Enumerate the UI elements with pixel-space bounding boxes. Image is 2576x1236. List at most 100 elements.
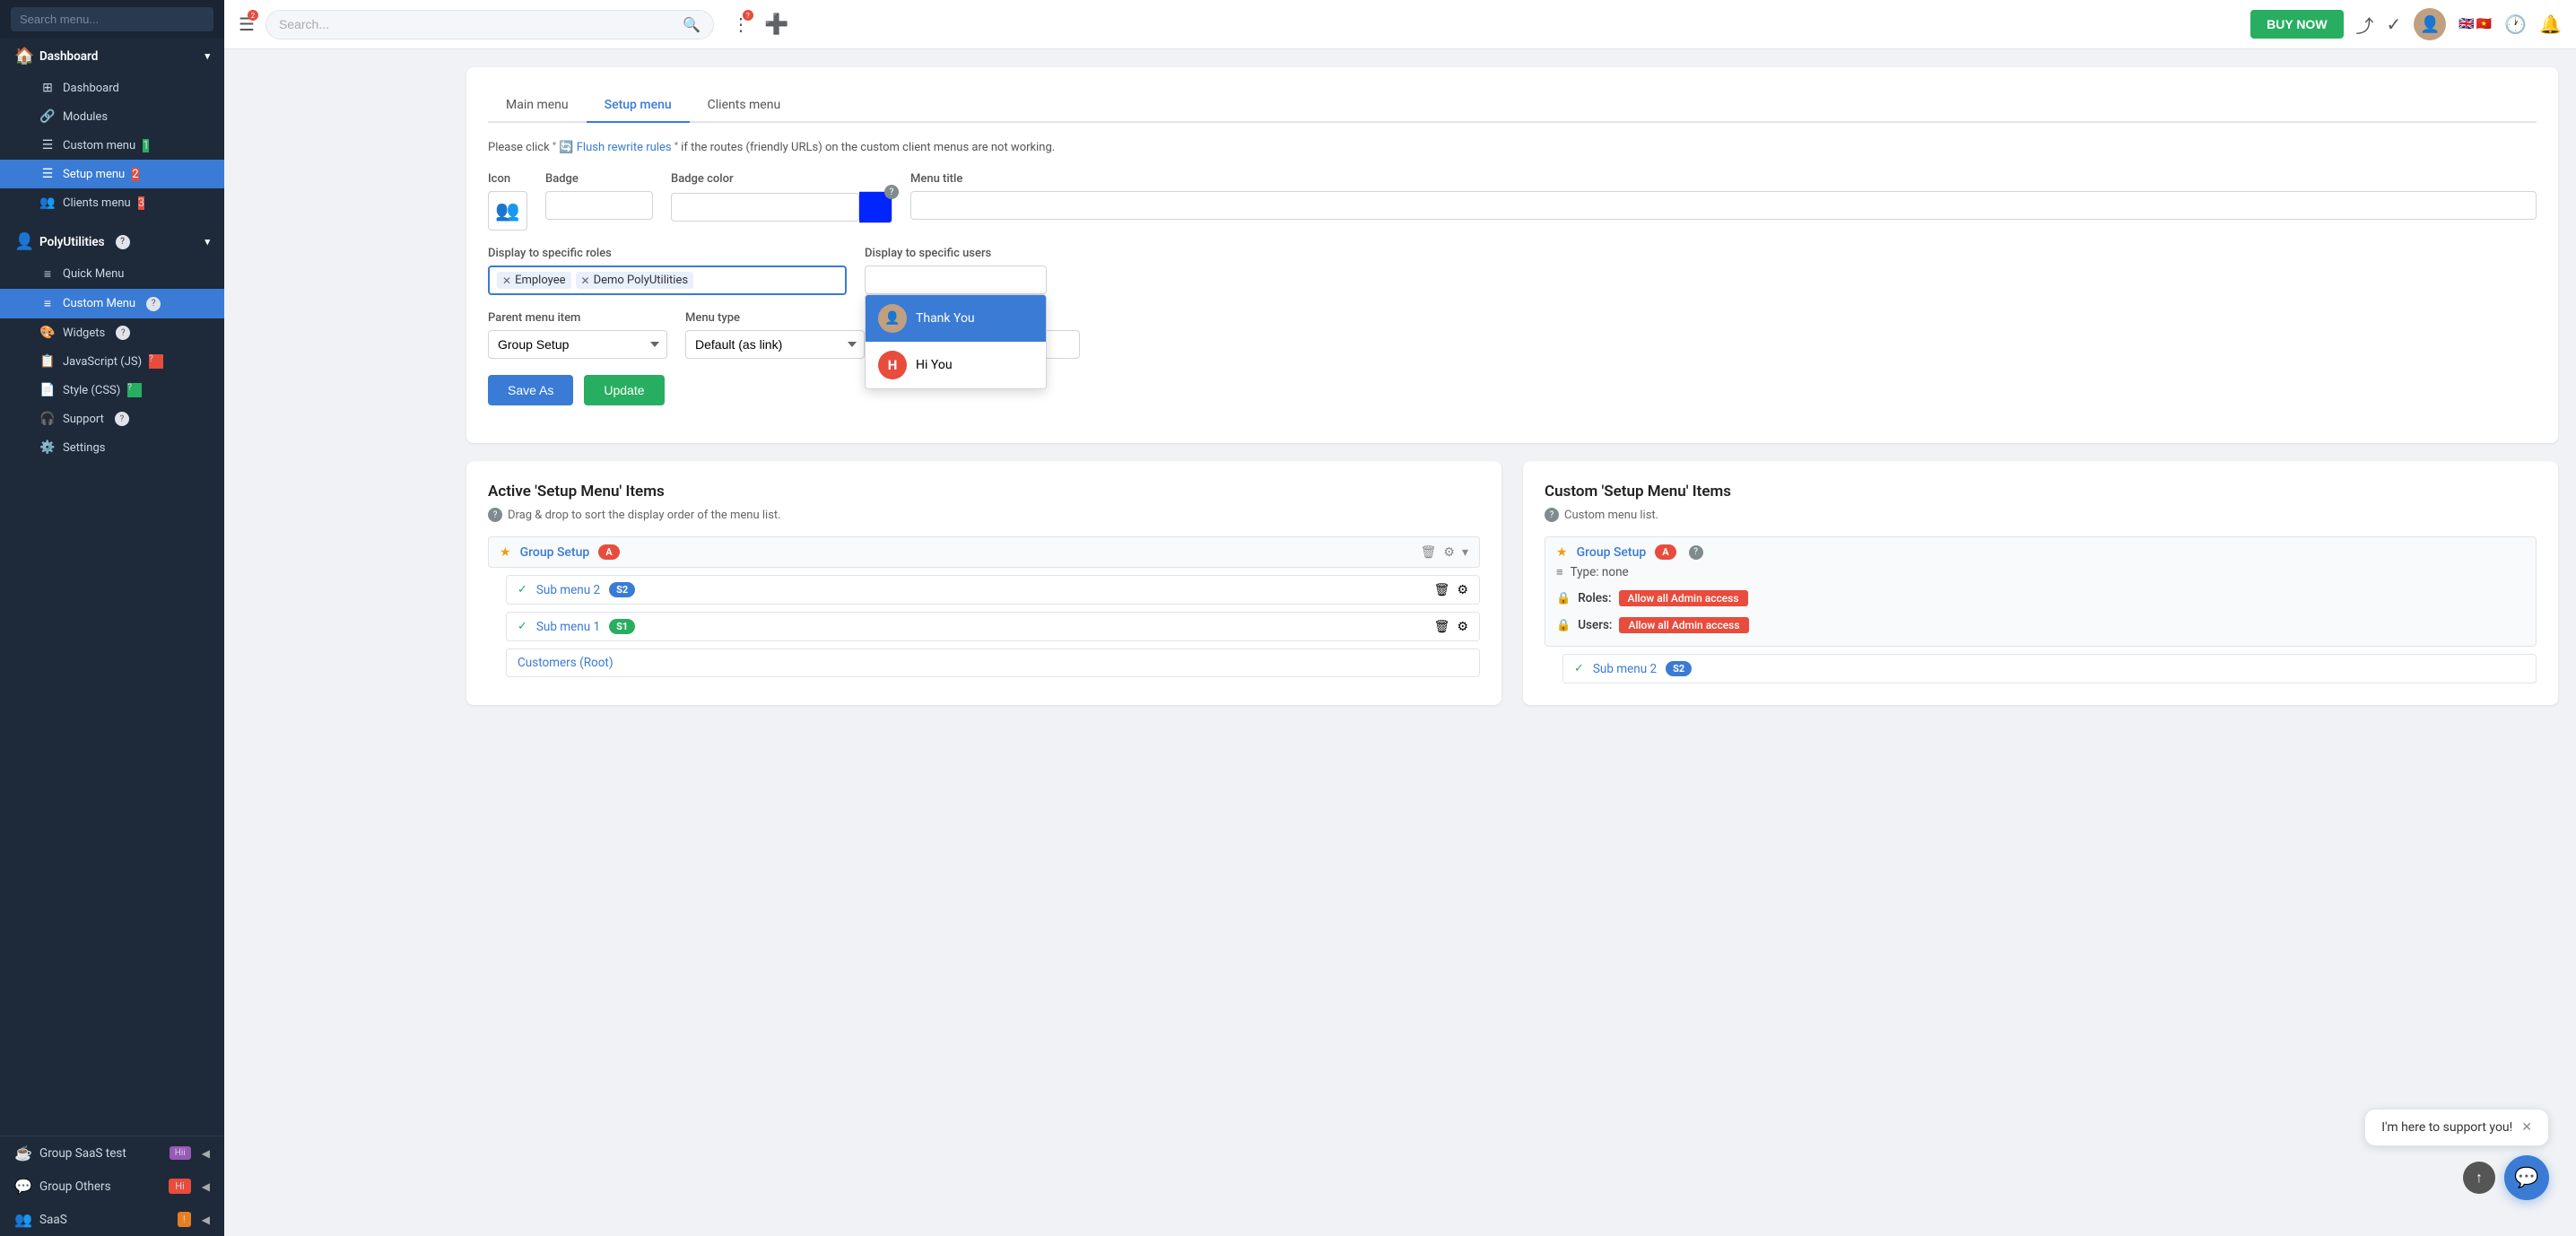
css-label: Style (CSS)	[63, 384, 120, 397]
menu-type-label: Menu type	[685, 311, 865, 325]
support-icon: 🎧	[39, 412, 56, 426]
active-submenu-2-name[interactable]: Sub menu 2	[536, 583, 600, 597]
widgets-label: Widgets	[63, 326, 105, 340]
roles-lock-icon: 🔒	[1556, 592, 1571, 605]
topbar-menu-btn[interactable]: ☰ 2	[239, 13, 255, 35]
sidebar-dashboard-sub-label: Dashboard	[63, 82, 119, 95]
menu-tabs: Main menu Setup menu Clients menu	[488, 89, 2537, 123]
hi-you-avatar: H	[878, 351, 907, 379]
buy-now-button[interactable]: BUY NOW	[2250, 10, 2343, 39]
custom-submenu-2: ✓ Sub menu 2 S2	[1562, 654, 2537, 683]
sidebar-item-polyutilities[interactable]: 👤 PolyUtilities ? ▾	[0, 224, 224, 259]
sidebar-item-javascript[interactable]: 📋 JavaScript (JS) ?	[0, 347, 224, 376]
type-list-icon: ≡	[1556, 565, 1563, 579]
group-others-label: Group Others	[39, 1179, 161, 1194]
icon-preview[interactable]: 👥	[488, 191, 527, 231]
custom-subtitle-text: Custom menu list.	[1564, 509, 1658, 522]
remove-employee-icon[interactable]: ✕	[502, 274, 511, 287]
topbar-search-input[interactable]	[279, 17, 675, 31]
sidebar-bottom: ☕ Group SaaS test Hii ◀ 💬 Group Others H…	[0, 1136, 224, 1236]
badge-input[interactable]: C	[545, 191, 653, 220]
sidebar-item-dashboard-group[interactable]: 🏠 Dashboard ▾	[0, 39, 224, 74]
menu-title-input[interactable]: Customers	[910, 191, 2537, 220]
sidebar-item-setup-menu[interactable]: ☰ Setup menu 2	[0, 160, 224, 188]
active-customers-name[interactable]: Customers (Root)	[518, 656, 614, 670]
sidebar-item-quick-menu[interactable]: ≡ Quick Menu	[0, 259, 224, 289]
two-col-section: Active 'Setup Menu' Items ? Drag & drop …	[466, 461, 2558, 723]
icon-label: Icon	[488, 172, 527, 186]
active-group-setup: ★ Group Setup A 🗑 ⚙ ▾	[488, 536, 1480, 568]
sidebar-item-group-saas[interactable]: ☕ Group SaaS test Hii ◀	[0, 1136, 224, 1170]
custom-menu-badge: 1	[143, 139, 149, 152]
sidebar-item-saas[interactable]: 👥 SaaS ! ◀	[0, 1203, 224, 1236]
sidebar-item-custom-menu[interactable]: ☰ Custom menu 1	[0, 131, 224, 160]
users-search-input[interactable]: you	[865, 265, 1047, 294]
active-items-title: Active 'Setup Menu' Items	[488, 483, 1480, 500]
custom-group-setup-name[interactable]: Group Setup	[1577, 545, 1647, 560]
active-group-setup-name[interactable]: Group Setup	[520, 545, 590, 560]
active-submenu-1-name[interactable]: Sub menu 1	[536, 620, 600, 634]
roles-key: Roles:	[1578, 591, 1611, 605]
trash-icon[interactable]: 🗑	[1421, 545, 1437, 560]
sidebar-item-custom-menu-poly[interactable]: ≡ Custom Menu ?	[0, 289, 224, 318]
trash-s2-icon[interactable]: 🗑	[1434, 583, 1450, 597]
share-icon[interactable]: ⤴	[2356, 12, 2374, 38]
css-icon: 📄	[39, 383, 56, 397]
flag-vn: 🇻🇳	[2476, 17, 2492, 31]
update-button[interactable]: Update	[584, 375, 664, 405]
chat-open-button[interactable]: 💬	[2504, 1155, 2549, 1200]
sidebar-item-support[interactable]: 🎧 Support ?	[0, 405, 224, 433]
sidebar-item-clients-menu[interactable]: 👥 Clients menu 3	[0, 188, 224, 217]
badge-color-input[interactable]: #0025ff	[671, 193, 859, 222]
remove-demo-icon[interactable]: ✕	[581, 274, 590, 287]
check-icon[interactable]: ✓	[2387, 13, 2402, 35]
user-avatar[interactable]: 👤	[2414, 8, 2446, 40]
menu-type-select[interactable]: Default (as link)	[685, 330, 865, 359]
topbar-dots-btn[interactable]: ⋮ ?	[732, 13, 750, 35]
sidebar-item-style-css[interactable]: 📄 Style (CSS) ?	[0, 376, 224, 405]
custom-submenu-2-name[interactable]: Sub menu 2	[1593, 662, 1657, 676]
active-items-subtitle: ? Drag & drop to sort the display order …	[488, 508, 1480, 522]
dropdown-item-hi-you[interactable]: H Hi You	[866, 342, 1046, 388]
custom-group-q-icon[interactable]: ?	[1689, 545, 1703, 560]
tab-main-menu[interactable]: Main menu	[488, 89, 587, 123]
role-employee-label: Employee	[515, 274, 565, 287]
roles-tags-input[interactable]: ✕ Employee ✕ Demo PolyUtilities	[488, 265, 847, 295]
save-as-button[interactable]: Save As	[488, 375, 573, 405]
tab-clients-menu[interactable]: Clients menu	[690, 89, 799, 123]
home-icon: 🏠	[14, 47, 32, 65]
custom-help-icon[interactable]: ?	[1545, 508, 1559, 522]
chevron-down-icon[interactable]: ▾	[1462, 545, 1468, 560]
saas-icon: ☕	[14, 1145, 32, 1162]
gear-s2-icon[interactable]: ⚙	[1457, 583, 1468, 597]
add-button[interactable]: ➕	[764, 13, 788, 36]
sidebar-item-widgets[interactable]: 🎨 Widgets ?	[0, 318, 224, 347]
sidebar-item-group-others[interactable]: 💬 Group Others Hi ◀	[0, 1170, 224, 1203]
chat-close-icon[interactable]: ✕	[2521, 1120, 2532, 1135]
display-roles-label: Display to specific roles	[488, 247, 847, 260]
color-swatch[interactable]: ?	[859, 191, 892, 223]
sidebar-clientsmenu-label: Clients menu	[63, 196, 131, 210]
trash-s1-icon[interactable]: 🗑	[1434, 620, 1450, 634]
group-saas-label: Group SaaS test	[39, 1146, 162, 1161]
gear-s1-icon[interactable]: ⚙	[1457, 620, 1468, 634]
user-icon: 👤	[14, 232, 32, 251]
sidebar-item-modules[interactable]: 🔗 Modules	[0, 102, 224, 131]
scroll-top-button[interactable]: ↑	[2463, 1162, 2495, 1194]
custom-items-subtitle: ? Custom menu list.	[1545, 508, 2537, 522]
custom-type-row: ≡ Type: none	[1556, 565, 1629, 579]
bell-icon[interactable]: 🔔	[2539, 13, 2562, 35]
flush-rules-link[interactable]: Flush rewrite rules	[577, 141, 672, 154]
gear-icon[interactable]: ⚙	[1443, 545, 1455, 560]
poly-chevron-icon: ▾	[205, 236, 210, 248]
parent-menu-select[interactable]: Group Setup	[488, 330, 667, 359]
sidebar-setupmenu-label: Setup menu	[63, 168, 125, 181]
clock-icon[interactable]: 🕐	[2504, 13, 2527, 35]
tab-setup-menu[interactable]: Setup menu	[587, 89, 690, 123]
sidebar-item-settings[interactable]: ⚙️ Settings	[0, 433, 224, 462]
setup-menu-badge: 2	[132, 168, 138, 181]
active-help-icon[interactable]: ?	[488, 508, 502, 522]
sidebar-search-input[interactable]	[11, 7, 213, 31]
dropdown-item-thank-you[interactable]: 👤 Thank You	[866, 295, 1046, 342]
sidebar-item-dashboard[interactable]: ⊞ Dashboard	[0, 74, 224, 102]
